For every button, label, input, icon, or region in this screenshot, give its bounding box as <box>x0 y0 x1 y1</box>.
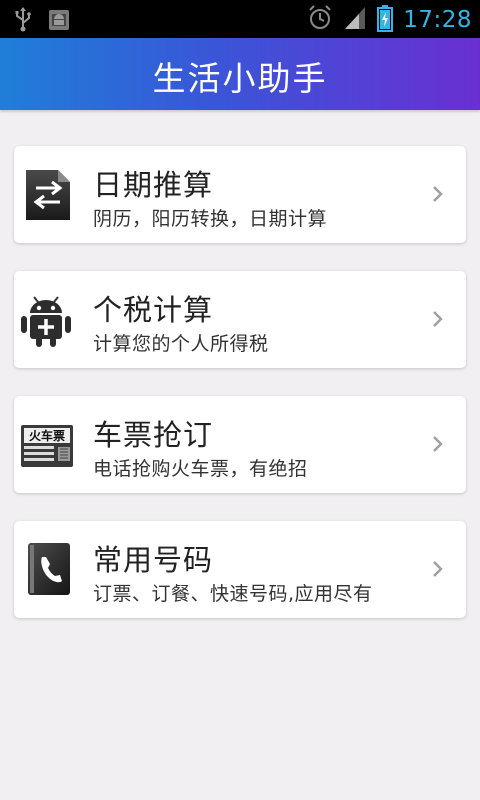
status-time: 17:28 <box>403 7 472 33</box>
battery-charging-icon <box>377 4 394 36</box>
card-train-ticket[interactable]: 火车票 车票抢订 电话抢购火车票，有绝招 <box>14 396 466 493</box>
chevron-right-icon <box>432 559 444 579</box>
card-subtitle: 阴历，阳历转换，日期计算 <box>93 208 328 230</box>
card-title: 常用号码 <box>93 543 214 577</box>
train-ticket-icon-text: 火车票 <box>29 428 65 443</box>
card-date-calculation[interactable]: 日期推算 阴历，阳历转换，日期计算 <box>14 146 466 243</box>
page-title: 生活小助手 <box>152 59 328 98</box>
card-subtitle: 计算您的个人所得税 <box>93 333 269 355</box>
card-common-numbers[interactable]: 常用号码 订票、订餐、快速号码,应用尽有 <box>14 521 466 618</box>
card-title: 车票抢订 <box>93 418 214 452</box>
status-bar: 17:28 <box>0 0 480 38</box>
card-tax-calculation[interactable]: 个税计算 计算您的个人所得税 <box>14 271 466 368</box>
app-title-bar: 生活小助手 <box>0 38 480 110</box>
chevron-right-icon <box>432 309 444 329</box>
date-swap-icon <box>20 166 80 226</box>
card-subtitle: 订票、订餐、快速号码,应用尽有 <box>93 583 373 605</box>
alarm-icon <box>307 4 333 36</box>
signal-icon <box>343 5 367 35</box>
chevron-right-icon <box>432 184 444 204</box>
card-title: 日期推算 <box>93 168 214 202</box>
android-debug-icon <box>46 6 72 36</box>
card-subtitle: 电话抢购火车票，有绝招 <box>93 458 308 480</box>
card-title: 个税计算 <box>93 293 214 327</box>
chevron-right-icon <box>432 434 444 454</box>
usb-icon <box>14 6 32 36</box>
feature-list: 日期推算 阴历，阳历转换，日期计算 个税计算 计算您的个人所得税 火车票 车票抢… <box>14 146 466 646</box>
phone-book-icon <box>20 541 80 601</box>
train-ticket-icon: 火车票 <box>20 416 80 476</box>
android-tax-icon <box>20 291 80 351</box>
